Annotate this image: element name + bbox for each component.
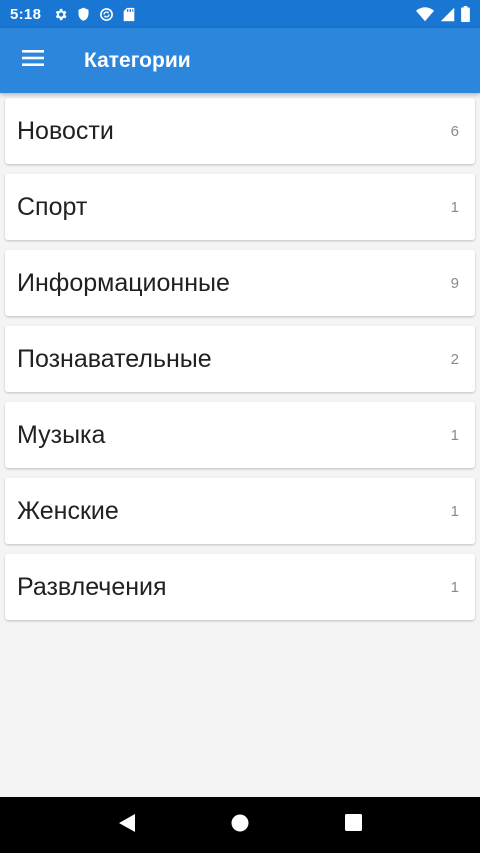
back-button[interactable] <box>107 805 147 845</box>
home-button[interactable] <box>220 805 260 845</box>
category-item-womens[interactable]: Женские 1 <box>5 478 475 544</box>
category-name: Музыка <box>17 420 106 449</box>
hamburger-menu-icon <box>22 50 44 71</box>
sd-card-icon <box>123 7 135 22</box>
gear-icon <box>53 7 68 22</box>
status-time: 5:18 <box>10 5 42 23</box>
recents-icon <box>344 814 362 836</box>
category-item-educational[interactable]: Познавательные 2 <box>5 326 475 392</box>
category-name: Женские <box>17 496 119 525</box>
category-item-entertainment[interactable]: Развлечения 1 <box>5 554 475 620</box>
category-count: 1 <box>450 198 459 216</box>
category-count: 6 <box>450 122 459 140</box>
category-name: Информационные <box>17 268 230 297</box>
app-bar: Категории <box>0 28 480 93</box>
category-item-news[interactable]: Новости 6 <box>5 98 475 164</box>
back-icon <box>118 813 136 838</box>
category-count: 2 <box>450 350 459 368</box>
category-count: 1 <box>450 578 459 596</box>
category-item-informational[interactable]: Информационные 9 <box>5 250 475 316</box>
status-bar: 5:18 <box>0 0 480 28</box>
screen: 5:18 Категории Новости 6 Спорт 1 Информа… <box>0 0 480 853</box>
home-icon <box>231 814 249 837</box>
menu-button[interactable] <box>0 28 66 93</box>
sync-icon <box>99 7 114 22</box>
category-name: Новости <box>17 116 114 145</box>
category-name: Познавательные <box>17 344 212 373</box>
category-name: Спорт <box>17 192 88 221</box>
status-left-icons <box>53 7 135 22</box>
wifi-icon <box>416 6 434 22</box>
category-list: Новости 6 Спорт 1 Информационные 9 Позна… <box>0 93 480 630</box>
category-count: 1 <box>450 502 459 520</box>
category-count: 1 <box>450 426 459 444</box>
status-right-icons <box>416 6 470 22</box>
recents-button[interactable] <box>333 805 373 845</box>
page-title: Категории <box>84 48 191 72</box>
category-count: 9 <box>450 274 459 292</box>
category-item-sport[interactable]: Спорт 1 <box>5 174 475 240</box>
cellular-signal-icon <box>440 7 455 22</box>
category-item-music[interactable]: Музыка 1 <box>5 402 475 468</box>
category-name: Развлечения <box>17 572 167 601</box>
shield-icon <box>77 7 90 22</box>
battery-icon <box>461 6 470 22</box>
navigation-bar <box>0 797 480 853</box>
